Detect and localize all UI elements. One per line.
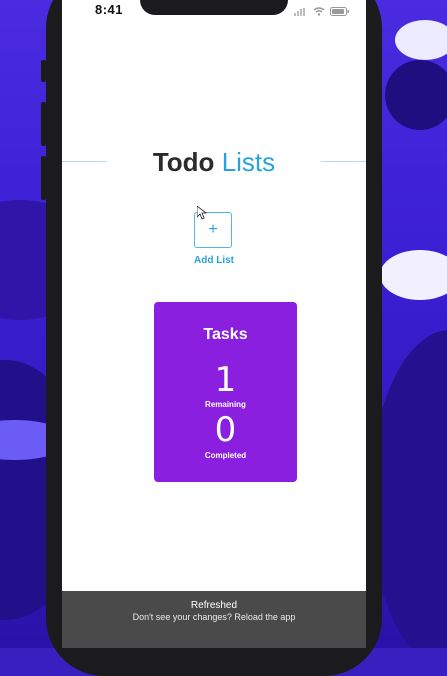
page-header: Todo Lists [62,143,366,181]
todo-list-name: Tasks [203,326,248,343]
phone-volume-down-button [41,156,46,200]
completed-label: Completed [204,451,247,460]
signal-icon [294,3,308,21]
toast-message: Don't see your changes? Reload the app [132,612,296,622]
completed-count: 0 [214,410,237,450]
toast-title: Refreshed [190,600,238,611]
wallpaper-tree-right [385,60,447,130]
todo-list-card[interactable]: Tasks 1 Remaining 0 Completed [154,302,297,482]
page-title-light: Lists [221,147,276,177]
remaining-label: Remaining [205,400,246,409]
plus-icon: + [208,221,218,238]
phone-notch [140,0,288,15]
mouse-cursor-icon [196,205,208,225]
status-time: 8:41 [95,2,124,17]
refresh-toast[interactable]: Refreshed Don't see your changes? Reload… [62,591,366,648]
page-title: Todo Lists [62,143,366,181]
wallpaper-cloud-right-top [395,20,447,60]
battery-icon [330,3,350,21]
phone-volume-up-button [41,102,46,146]
add-list-label[interactable]: Add List [184,255,244,266]
wifi-icon [313,3,325,21]
page-title-bold: Todo [152,147,215,177]
status-icons [294,3,350,21]
phone-side-button [41,60,46,82]
remaining-count: 1 [214,360,237,400]
